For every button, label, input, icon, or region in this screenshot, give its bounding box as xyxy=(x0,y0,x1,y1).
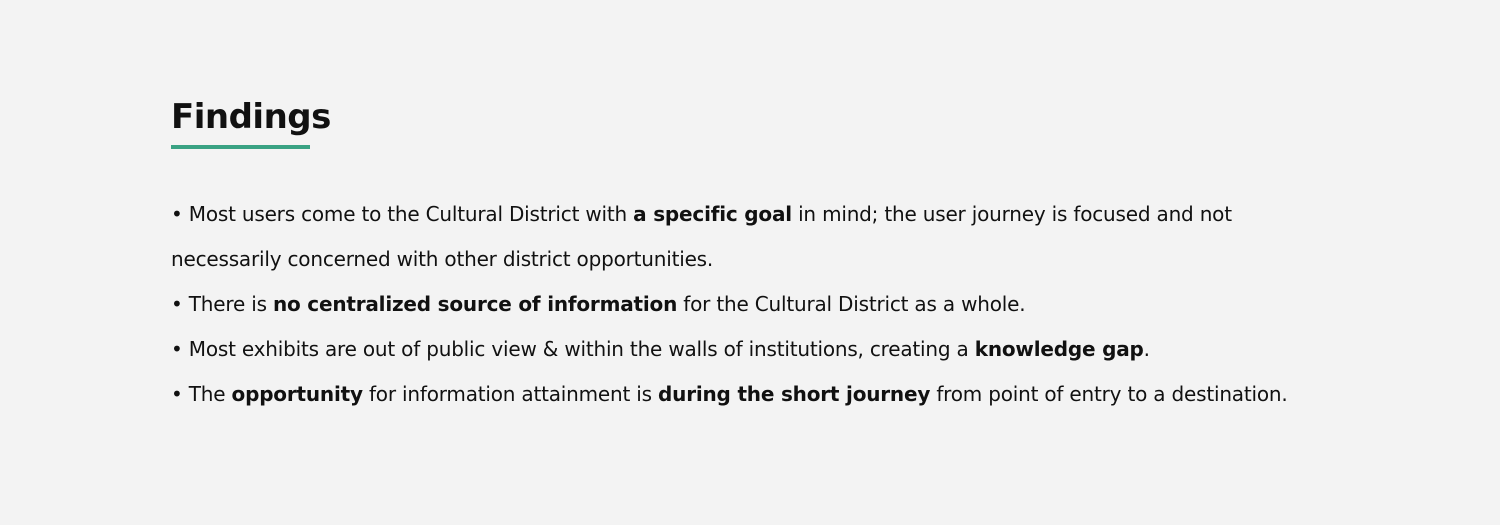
finding-item: • Most users come to the Cultural Distri… xyxy=(171,192,1311,282)
finding-text: for the Cultural District as a whole. xyxy=(677,292,1026,316)
finding-emphasis: during the short journey xyxy=(658,382,931,406)
bullet: • xyxy=(171,382,189,406)
bullet: • xyxy=(171,202,189,226)
finding-emphasis: a specific goal xyxy=(633,202,792,226)
finding-text: for information attainment is xyxy=(362,382,659,406)
heading-block: Findings xyxy=(171,95,331,149)
finding-emphasis: opportunity xyxy=(231,382,363,406)
finding-emphasis: no centralized source of information xyxy=(272,292,678,316)
finding-item: • The opportunity for information attain… xyxy=(171,372,1311,417)
finding-item: • Most exhibits are out of public view &… xyxy=(171,327,1311,372)
finding-text: Most users come to the Cultural District… xyxy=(188,202,634,226)
findings-list: • Most users come to the Cultural Distri… xyxy=(171,192,1311,417)
finding-text: There is xyxy=(188,292,273,316)
bullet: • xyxy=(171,292,189,316)
finding-text: from point of entry to a destination. xyxy=(930,382,1288,406)
page-title: Findings xyxy=(171,97,331,137)
finding-text: . xyxy=(1143,337,1150,361)
bullet: • xyxy=(171,337,189,361)
finding-text: Most exhibits are out of public view & w… xyxy=(188,337,975,361)
finding-emphasis: knowledge gap xyxy=(974,337,1144,361)
title-underline xyxy=(171,145,310,149)
finding-text: The xyxy=(188,382,232,406)
finding-item: • There is no centralized source of info… xyxy=(171,282,1311,327)
